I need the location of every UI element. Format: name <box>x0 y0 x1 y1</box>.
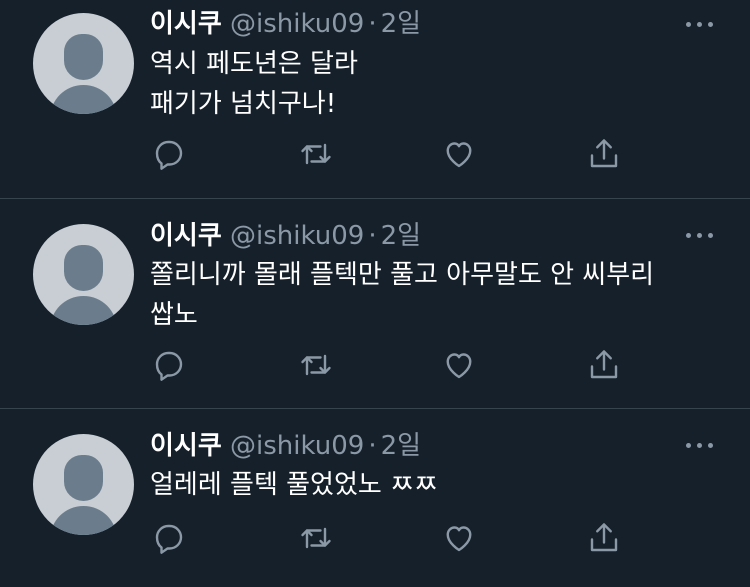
reply-icon[interactable] <box>151 520 187 556</box>
timeline: 이시쿠 @ishiku09·2일 역시 페도년은 달라 패기가 넘치구나! <box>0 0 750 587</box>
reply-icon[interactable] <box>151 136 187 172</box>
tweet-text-line: 패기가 넘치구나! <box>150 89 337 119</box>
tweet-text: 쫄리니까 몰래 플텍만 풀고 아무말도 안 씨부리 쌉노 <box>150 255 654 335</box>
more-icon[interactable] <box>683 435 717 455</box>
share-icon[interactable] <box>586 520 622 556</box>
like-icon[interactable] <box>441 136 477 172</box>
avatar-head-shape <box>64 245 103 291</box>
more-icon[interactable] <box>683 225 717 245</box>
author-name[interactable]: 이시쿠 <box>150 9 222 39</box>
tweet-text-line: 역시 페도년은 달라 <box>150 49 358 79</box>
avatar-body-shape <box>50 296 117 325</box>
tweet[interactable]: 이시쿠 @ishiku09 · 2일 쫄리니까 몰래 플텍만 풀고 아무말도 안 씨… <box>0 199 750 409</box>
tweet[interactable]: 이시쿠 @ishiku09 · 2일 얼레레 플텍 풀었었노 ㅉㅉ <box>0 409 750 587</box>
author-handle[interactable]: @ishiku09 <box>230 9 364 39</box>
avatar-head-shape <box>64 455 103 501</box>
retweet-icon[interactable] <box>298 520 334 556</box>
share-icon[interactable] <box>586 136 622 172</box>
share-icon[interactable] <box>586 347 622 383</box>
tweet[interactable]: 이시쿠 @ishiku09 · 2일 역시 페도년은 달라 패기가 넘치구나! <box>0 0 750 199</box>
tweet-time[interactable]: 2일 <box>381 221 421 251</box>
author-name[interactable]: 이시쿠 <box>150 221 222 251</box>
like-icon[interactable] <box>441 347 477 383</box>
tweet-time[interactable]: 2일 <box>381 431 421 461</box>
tweet-header: 이시쿠 @ishiku09 · 2일 <box>150 219 421 253</box>
avatar-body-shape <box>50 506 117 535</box>
author-handle[interactable]: @ishiku09 <box>230 431 364 461</box>
author-handle[interactable]: @ishiku09 <box>230 221 364 251</box>
retweet-icon[interactable] <box>298 347 334 383</box>
tweet-text-line: 쫄리니까 몰래 플텍만 풀고 아무말도 안 씨부리 <box>150 260 655 290</box>
separator: · <box>368 9 377 39</box>
tweet-header: 이시쿠 @ishiku09 · 2일 <box>150 7 421 41</box>
more-icon[interactable] <box>683 14 717 34</box>
avatar-head-shape <box>64 34 103 80</box>
avatar-body-shape <box>50 85 117 114</box>
avatar[interactable] <box>33 13 134 114</box>
tweet-text: 얼레레 플텍 풀었었노 ㅉㅉ <box>150 465 438 505</box>
tweet-text-line: 얼레레 플텍 풀었었노 ㅉㅉ <box>150 470 438 500</box>
like-icon[interactable] <box>441 520 477 556</box>
tweet-time[interactable]: 2일 <box>381 9 421 39</box>
retweet-icon[interactable] <box>298 136 334 172</box>
tweet-text: 역시 페도년은 달라 패기가 넘치구나! <box>150 44 358 124</box>
reply-icon[interactable] <box>151 347 187 383</box>
tweet-header: 이시쿠 @ishiku09 · 2일 <box>150 429 421 463</box>
avatar[interactable] <box>33 224 134 325</box>
separator: · <box>368 431 377 461</box>
avatar[interactable] <box>33 434 134 535</box>
tweet-text-line: 쌉노 <box>150 300 198 330</box>
separator: · <box>368 221 377 251</box>
author-name[interactable]: 이시쿠 <box>150 431 222 461</box>
